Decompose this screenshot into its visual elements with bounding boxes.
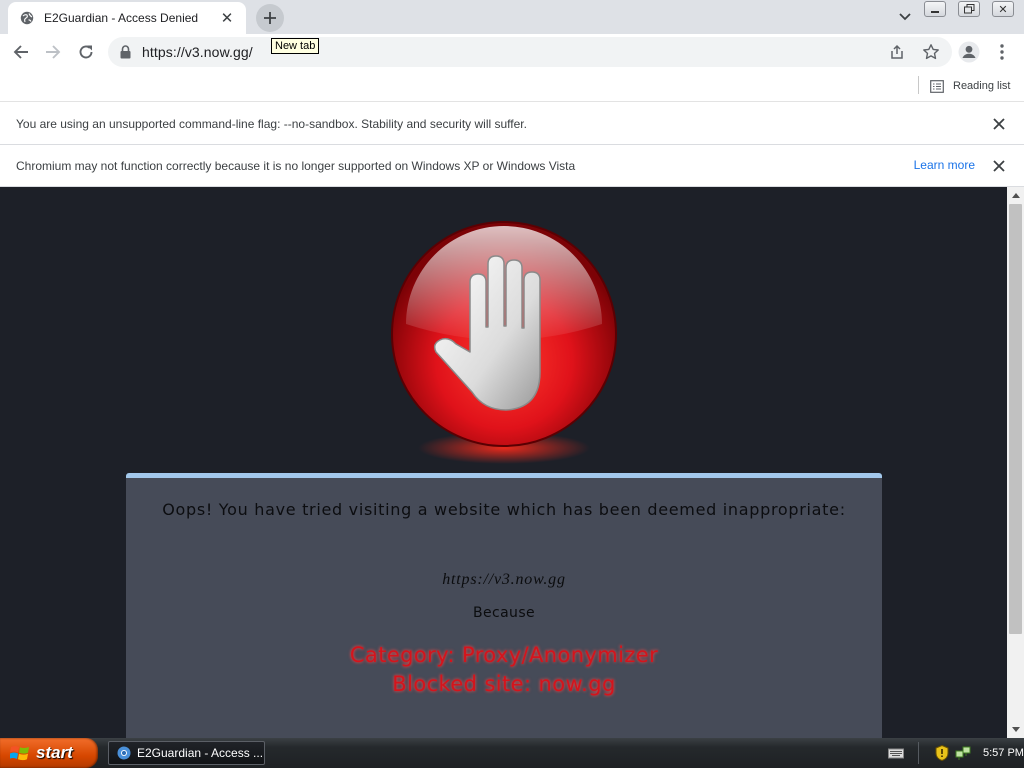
start-label: start [36,743,73,762]
infobar-close-icon[interactable] [991,158,1007,174]
menu-button[interactable] [989,39,1015,65]
lock-icon [120,44,134,60]
reading-list-button[interactable]: Reading list [930,76,1010,96]
bookmarks-separator [918,76,919,94]
learn-more-link[interactable]: Learn more [914,158,975,172]
minimize-button[interactable] [924,1,946,17]
minimize-icon [931,11,939,13]
infobar-text: You are using an unsupported command-lin… [16,116,527,131]
infobar-unsupported-os: Chromium may not function correctly beca… [0,145,1024,187]
page-scrollbar[interactable] [1007,187,1024,738]
taskbar-item-chromium[interactable]: E2Guardian - Access ... [108,741,265,765]
page-content: Oops! You have tried visiting a website … [0,187,1007,738]
back-arrow-icon [13,45,28,59]
profile-button[interactable] [956,39,982,65]
blocked-message-panel: Oops! You have tried visiting a website … [126,473,882,738]
tray-separator [918,742,919,764]
taskbar: start E2Guardian - Access ... 5:57 PM [0,738,1024,768]
security-shield-icon[interactable] [935,745,949,761]
close-icon: ✕ [998,3,1008,16]
infobar-close-icon[interactable] [991,116,1007,132]
profile-avatar-icon [958,41,980,63]
reload-button[interactable] [73,39,99,65]
scrollbar-thumb[interactable] [1009,204,1022,634]
because-label: Because [472,605,536,621]
bookmark-star-icon[interactable] [922,43,940,61]
blocked-url: https://v3.now.gg [442,571,566,588]
tab-search-button[interactable] [896,8,914,26]
browser-tab[interactable]: E2Guardian - Access Denied ✕ [8,2,246,34]
globe-icon [20,11,34,25]
address-url: https://v3.now.gg/ [142,44,253,60]
chevron-down-icon [899,13,911,21]
new-tab-button[interactable] [256,4,284,32]
forward-arrow-icon [46,45,61,59]
start-button[interactable]: start [0,738,98,768]
blocked-site: Blocked site: now.gg [392,672,616,696]
tab-title: E2Guardian - Access Denied [44,11,199,25]
block-category: Category: Proxy/Anonymizer [349,643,659,667]
tab-close-icon[interactable]: ✕ [218,9,236,27]
keyboard-icon[interactable] [888,746,904,760]
infobar-sandbox-warning: You are using an unsupported command-lin… [0,103,1024,145]
kebab-menu-icon [1000,44,1004,60]
scroll-up-arrow-icon[interactable] [1007,187,1024,204]
reload-icon [79,45,93,59]
window-controls: ✕ [924,1,1014,17]
restore-icon [963,4,974,14]
share-icon[interactable] [888,43,906,61]
toolbar: https://v3.now.gg/ [0,34,1024,70]
infobar-text: Chromium may not function correctly beca… [16,158,576,173]
plus-icon [264,12,276,24]
forward-button[interactable] [40,39,66,65]
network-icon[interactable] [955,745,971,761]
block-reason: Category: Proxy/Anonymizer Blocked site:… [126,641,882,699]
scroll-down-arrow-icon[interactable] [1007,721,1024,738]
bookmarks-bar: Reading list [0,70,1024,102]
new-tab-tooltip: New tab [271,38,320,54]
clock[interactable]: 5:57 PM [983,747,1024,759]
tab-strip: E2Guardian - Access Denied ✕ ✕ [0,0,1024,34]
windows-flag-icon [10,746,29,761]
restore-button[interactable] [958,1,980,17]
address-bar[interactable]: https://v3.now.gg/ [108,37,952,67]
chromium-icon [117,746,131,760]
reading-list-icon [930,79,944,93]
back-button[interactable] [8,39,34,65]
taskbar-item-label: E2Guardian - Access ... [137,746,264,760]
system-tray: 5:57 PM [882,738,1024,768]
blocked-heading: Oops! You have tried visiting a website … [162,500,846,519]
stop-hand-icon [391,221,617,464]
close-window-button[interactable]: ✕ [992,1,1014,17]
reading-list-label: Reading list [953,80,1011,92]
